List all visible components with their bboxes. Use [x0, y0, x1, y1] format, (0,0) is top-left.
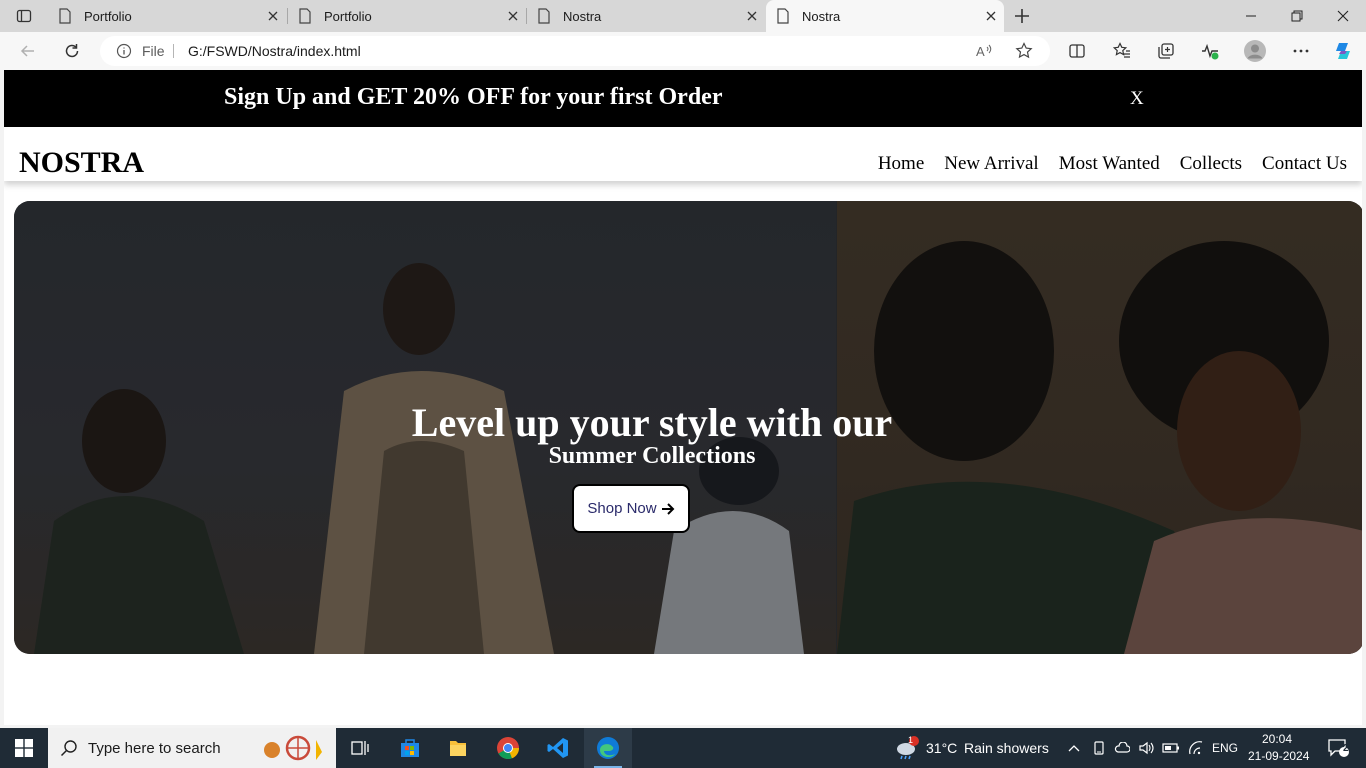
minimize-window-icon[interactable] [1228, 0, 1274, 32]
browser-tab-2[interactable]: Portfolio [288, 0, 526, 32]
search-icon [60, 740, 77, 757]
nav-most-wanted[interactable]: Most Wanted [1059, 153, 1160, 175]
close-window-icon[interactable] [1320, 0, 1366, 32]
volume-icon[interactable] [1137, 728, 1157, 768]
windows-logo-icon [15, 739, 33, 757]
nav-home[interactable]: Home [878, 153, 924, 175]
page-icon [777, 8, 789, 24]
start-button[interactable] [0, 728, 48, 768]
onedrive-cloud-icon[interactable] [1112, 728, 1132, 768]
arrow-right-icon [661, 502, 675, 515]
collections-icon[interactable] [1155, 40, 1177, 62]
notifications-icon[interactable]: 2 [1318, 728, 1358, 768]
language-indicator[interactable]: ENG [1212, 741, 1238, 755]
browser-tab-1[interactable]: Portfolio [48, 0, 286, 32]
hero-subtitle: Summer Collections [548, 443, 756, 469]
hero-banner: Level up your style with our Summer Coll… [14, 201, 1362, 654]
address-bar[interactable]: File G:/FSWD/Nostra/index.html A [100, 36, 1050, 66]
file-explorer-icon[interactable] [434, 728, 482, 768]
shop-now-button[interactable]: Shop Now [572, 484, 690, 533]
clock-time[interactable]: 20:04 [1262, 732, 1292, 746]
task-view-icon[interactable] [336, 728, 384, 768]
weather-icon[interactable]: 1 [892, 728, 922, 768]
nav-new-arrival[interactable]: New Arrival [944, 153, 1038, 175]
profile-avatar[interactable] [1244, 40, 1266, 62]
weather-badge: 1 [908, 735, 914, 745]
battery-icon[interactable] [1161, 728, 1181, 768]
search-placeholder: Type here to search [88, 740, 221, 757]
tab-title: Portfolio [324, 9, 372, 24]
nav-collects[interactable]: Collects [1180, 153, 1242, 175]
tab-title: Nostra [802, 9, 841, 24]
tab-actions-icon[interactable] [8, 4, 40, 28]
read-aloud-icon[interactable]: A [975, 42, 993, 60]
back-icon[interactable] [16, 39, 40, 63]
page-icon [538, 8, 550, 24]
scheme-label: File [142, 43, 165, 59]
svg-text:A: A [976, 44, 985, 59]
close-tab-icon[interactable] [506, 9, 520, 23]
taskbar-search-box[interactable]: Type here to search [48, 728, 336, 768]
promo-text: Sign Up and GET 20% OFF for your first O… [224, 84, 723, 110]
microsoft-store-icon[interactable] [386, 728, 434, 768]
url-divider [173, 44, 174, 58]
browser-tab-3[interactable]: Nostra [527, 0, 765, 32]
browser-essentials-icon[interactable] [1199, 40, 1221, 62]
weather-condition: Rain showers [964, 740, 1049, 756]
tab-title: Portfolio [84, 9, 132, 24]
favorites-icon[interactable] [1111, 40, 1133, 62]
promo-banner: Sign Up and GET 20% OFF for your first O… [4, 70, 1362, 127]
more-options-icon[interactable] [1290, 40, 1312, 62]
favorite-star-icon[interactable] [1015, 42, 1033, 60]
hero-title: Level up your style with our [411, 400, 893, 445]
edge-icon[interactable] [584, 728, 632, 768]
page-icon [59, 8, 71, 24]
nav-contact-us[interactable]: Contact Us [1262, 153, 1347, 175]
close-tab-icon[interactable] [984, 9, 998, 23]
notification-count: 2 [1343, 743, 1349, 754]
main-nav: Home New Arrival Most Wanted Collects Co… [878, 153, 1347, 175]
tab-title: Nostra [563, 9, 602, 24]
device-icon[interactable] [1089, 728, 1109, 768]
site-info-icon[interactable] [116, 43, 132, 59]
site-logo[interactable]: NOSTRA [19, 146, 144, 180]
wifi-icon[interactable] [1186, 728, 1206, 768]
close-tab-icon[interactable] [266, 9, 280, 23]
search-highlight-icon [264, 735, 322, 761]
page-viewport: Sign Up and GET 20% OFF for your first O… [4, 70, 1362, 725]
split-screen-icon[interactable] [1066, 40, 1088, 62]
browser-tab-4-active[interactable]: Nostra [766, 0, 1004, 32]
show-hidden-icons-chevron-icon[interactable] [1064, 728, 1084, 768]
chrome-icon[interactable] [484, 728, 532, 768]
restore-window-icon[interactable] [1274, 0, 1320, 32]
promo-close-button[interactable]: X [1130, 88, 1144, 110]
copilot-icon[interactable] [1332, 40, 1354, 62]
site-header: NOSTRA Home New Arrival Most Wanted Coll… [4, 127, 1362, 181]
page-icon [299, 8, 311, 24]
close-tab-icon[interactable] [745, 9, 759, 23]
clock-date[interactable]: 21-09-2024 [1248, 749, 1309, 763]
browser-toolbar: File G:/FSWD/Nostra/index.html A [0, 32, 1366, 70]
new-tab-icon[interactable] [1010, 4, 1034, 28]
url-text[interactable]: G:/FSWD/Nostra/index.html [188, 43, 361, 59]
vscode-icon[interactable] [534, 728, 582, 768]
shop-now-label: Shop Now [587, 500, 657, 517]
browser-tab-bar: Portfolio Portfolio Nostra Nostra [0, 0, 1366, 32]
windows-taskbar: Type here to search 1 31°C Rain showers [0, 728, 1366, 768]
refresh-icon[interactable] [60, 39, 84, 63]
weather-temp: 31°C [926, 740, 958, 756]
